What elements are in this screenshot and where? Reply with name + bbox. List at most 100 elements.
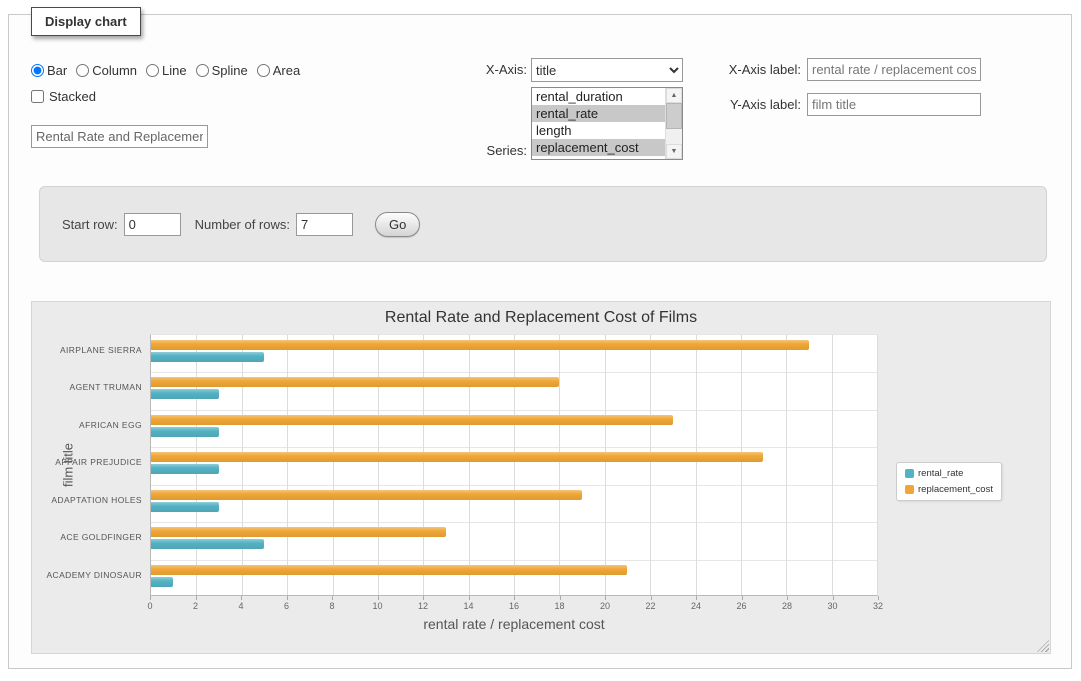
chart-type-radio-bar[interactable] [31,64,44,77]
start-row-input[interactable] [124,213,181,236]
v-gridline [741,335,742,595]
chart-type-label-spline: Spline [212,63,248,78]
category-label: AIRPLANE SIERRA [32,334,142,366]
scroll-down-icon[interactable]: ▼ [666,144,682,159]
x-tick-mark [332,596,333,600]
x-tick-mark [423,596,424,600]
series-scrollbar[interactable]: ▲ ▼ [665,88,682,159]
panel-legend: Display chart [31,7,141,36]
x-axis-label-input[interactable] [807,58,981,81]
x-tick-label: 26 [736,601,746,611]
x-tick-mark [196,596,197,600]
chart-type-option-bar[interactable]: Bar [31,63,67,78]
v-gridline [832,335,833,595]
scroll-track[interactable] [666,103,682,144]
x-tick-label: 24 [691,601,701,611]
chart-type-group: Bar Column Line Spline Area [31,63,300,78]
x-tick-mark [878,596,879,600]
chart-type-radio-line[interactable] [146,64,159,77]
bar-replacement_cost [151,452,763,462]
x-tick-label: 18 [554,601,564,611]
x-tick-mark [605,596,606,600]
chart-title-input[interactable] [31,125,208,148]
stacked-option[interactable]: Stacked [31,89,96,104]
category-label: AGENT TRUMAN [32,371,142,403]
x-tick-mark [150,596,151,600]
x-axis-title: rental rate / replacement cost [150,616,878,632]
x-tick-mark [378,596,379,600]
chart-type-radio-area[interactable] [257,64,270,77]
x-tick-label: 22 [645,601,655,611]
legend-item-rental_rate[interactable]: rental_rate [905,468,993,479]
bar-rental_rate [151,502,219,512]
x-axis-caption: X-Axis: [439,62,527,77]
legend-item-replacement_cost[interactable]: replacement_cost [905,484,993,495]
x-tick-label: 4 [238,601,243,611]
x-tick-mark [514,596,515,600]
chart-type-option-column[interactable]: Column [76,63,137,78]
bar-rental_rate [151,577,173,587]
chart-series-legend: rental_rate replacement_cost [896,462,1002,501]
x-tick-mark [287,596,288,600]
v-gridline [696,335,697,595]
chart-type-option-spline[interactable]: Spline [196,63,248,78]
go-button[interactable]: Go [375,212,420,237]
category-label: AFRICAN EGG [32,409,142,441]
row-controls-panel: Start row: Number of rows: Go [39,186,1047,262]
display-chart-panel: Display chart BarColumnLineSplineArea St… [8,14,1072,669]
scroll-thumb[interactable] [666,103,682,129]
category-label: ADAPTATION HOLES [32,484,142,516]
x-tick-label: 30 [827,601,837,611]
chart-type-label-bar: Bar [47,63,67,78]
resize-handle-icon[interactable] [1037,640,1049,652]
x-axis-select[interactable]: title [531,58,683,82]
x-tick-mark [833,596,834,600]
v-gridline [469,335,470,595]
bar-replacement_cost [151,565,627,575]
chart-type-radio-column[interactable] [76,64,89,77]
x-axis-label-caption: X-Axis label: [699,62,801,77]
v-gridline [559,335,560,595]
v-gridline [242,335,243,595]
stacked-label: Stacked [49,89,96,104]
x-tick-mark [469,596,470,600]
stacked-checkbox[interactable] [31,90,44,103]
page: Display chart Bar Column Line Spline Area St… [0,0,1081,681]
start-row-label: Start row: [62,217,118,232]
v-gridline [378,335,379,595]
num-rows-label: Number of rows: [195,217,290,232]
plot-area [150,334,878,596]
series-option-rental_rate[interactable]: rental_rate [532,105,665,122]
series-listbox[interactable]: rental_durationrental_ratelengthreplacem… [531,87,683,160]
x-tick-mark [651,596,652,600]
bar-replacement_cost [151,415,673,425]
series-option-replacement_cost[interactable]: replacement_cost [532,139,665,156]
x-tick-label: 12 [418,601,428,611]
x-tick-mark [241,596,242,600]
x-tick-mark [742,596,743,600]
legend-label: rental_rate [918,468,963,479]
x-tick-label: 6 [284,601,289,611]
x-tick-label: 0 [147,601,152,611]
scroll-up-icon[interactable]: ▲ [666,88,682,103]
x-tick-marks [150,596,878,600]
num-rows-input[interactable] [296,213,353,236]
v-gridline [514,335,515,595]
series-option-length[interactable]: length [532,122,665,139]
chart-panel: Rental Rate and Replacement Cost of Film… [31,301,1051,654]
category-label: AFFAIR PREJUDICE [32,446,142,478]
category-labels: AIRPLANE SIERRA AGENT TRUMAN AFRICAN EGG AF… [32,334,146,596]
legend-swatch-icon [905,485,914,494]
category-label: ACADEMY DINOSAUR [32,559,142,591]
y-axis-label-input[interactable] [807,93,981,116]
chart-type-option-line[interactable]: Line [146,63,187,78]
bar-rental_rate [151,427,219,437]
chart-type-option-area[interactable]: Area [257,63,300,78]
series-option-rental_duration[interactable]: rental_duration [532,88,665,105]
chart-type-radio-spline[interactable] [196,64,209,77]
x-tick-label: 20 [600,601,610,611]
x-tick-label: 10 [372,601,382,611]
bar-replacement_cost [151,527,446,537]
v-gridline [287,335,288,595]
x-tick-labels: 02468101214161820222426283032 [150,601,878,613]
